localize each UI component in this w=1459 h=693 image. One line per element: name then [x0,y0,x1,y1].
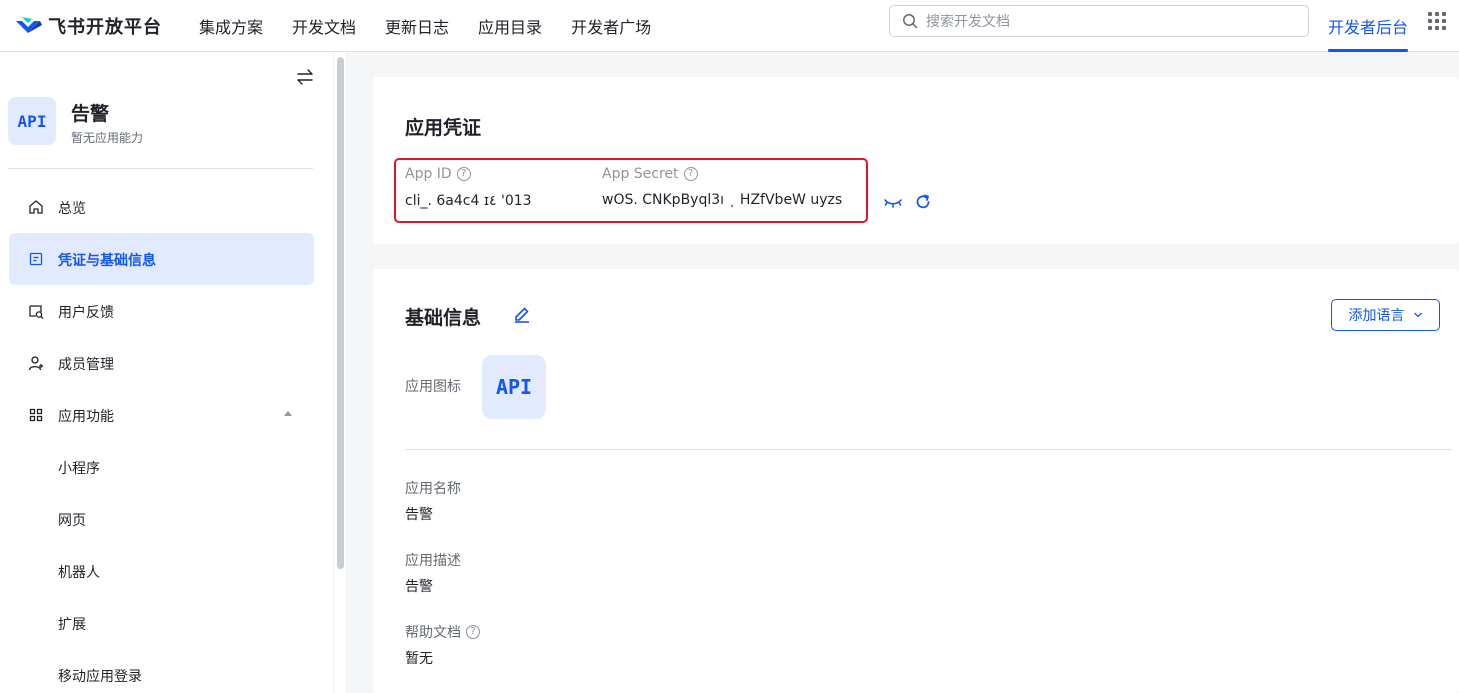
sidebar-item-label: 移动应用登录 [58,669,142,685]
app-secret-label-text: App Secret [602,166,679,182]
feishu-logo-icon [16,17,42,33]
credentials-title: 应用凭证 [405,117,482,139]
info-divider [405,449,1452,450]
nav-link-changelog[interactable]: 更新日志 [385,14,449,38]
search-input[interactable]: 搜索开发文档 [889,5,1309,37]
credentials-card: 应用凭证 App ID ? cli_. 6a4c4 ɪ٤ '013 App Se… [373,77,1459,244]
top-nav-bar: 飞书开放平台 集成方案 开发文档 更新日志 应用目录 开发者广场 搜索开发文档 … [0,0,1459,52]
sidebar: API 告警 暂无应用能力 总览 凭证与基础信息 用户反馈 成员管理 应用功能 … [0,52,333,693]
user-add-icon [28,356,43,371]
sidebar-item-webpage[interactable]: 网页 [9,493,314,545]
app-header: API 告警 暂无应用能力 [8,96,314,168]
nav-link-developer-plaza[interactable]: 开发者广场 [571,14,651,38]
brand-logo[interactable]: 飞书开放平台 [14,9,162,43]
app-id-label: App ID ? [405,166,471,182]
chevron-down-icon [1413,312,1422,318]
active-nav-indicator [1328,49,1408,52]
sidebar-item-members[interactable]: 成员管理 [9,337,314,389]
help-icon[interactable]: ? [683,167,698,181]
basic-info-title: 基础信息 [405,307,482,329]
add-language-button[interactable]: 添加语言 [1331,299,1440,331]
sidebar-item-bot[interactable]: 机器人 [9,545,314,597]
app-secret-value[interactable]: wOS. CNKpByql3ı ͺ HZfVbeW uyzs [602,192,842,208]
sidebar-scrollbar-thumb[interactable] [337,57,344,569]
app-desc-label: 应用描述 [405,553,461,569]
app-id-label-text: App ID [405,166,452,182]
app-name-label: 应用名称 [405,481,461,497]
sidebar-item-label: 应用功能 [58,409,114,425]
app-name-value: 告警 [405,507,433,523]
sidebar-item-overview[interactable]: 总览 [9,181,314,233]
help-icon[interactable]: ? [466,625,480,639]
app-subtitle: 暂无应用能力 [71,131,144,145]
app-launcher-icon[interactable] [1428,12,1446,30]
search-icon [903,14,918,29]
sidebar-item-label: 网页 [58,513,86,529]
help-icon[interactable]: ? [456,167,471,181]
collapse-sidebar-icon[interactable] [295,68,315,86]
credential-icon [29,252,43,266]
home-icon [29,200,43,214]
search-placeholder: 搜索开发文档 [926,14,1010,30]
sidebar-item-label: 小程序 [58,461,100,477]
app-icon-preview: API [482,355,546,419]
edit-icon[interactable] [513,305,531,323]
app-avatar: API [8,97,56,145]
sidebar-item-label: 总览 [58,201,86,217]
sidebar-item-extension[interactable]: 扩展 [9,597,314,649]
app-secret-label: App Secret ? [602,166,698,182]
app-id-value[interactable]: cli_. 6a4c4 ɪ٤ '013 [405,193,532,209]
sidebar-item-label: 凭证与基础信息 [58,253,156,269]
refresh-icon[interactable] [913,192,933,212]
sidebar-item-label: 机器人 [58,565,100,581]
sidebar-item-label: 用户反馈 [58,305,114,321]
nav-link-solutions[interactable]: 集成方案 [199,14,263,38]
sidebar-item-mobile-login[interactable]: 移动应用登录 [9,649,314,693]
app-icon-label: 应用图标 [405,379,461,395]
help-doc-label-text: 帮助文档 [405,625,461,641]
main-nav: 集成方案 开发文档 更新日志 应用目录 开发者广场 [199,0,680,52]
sidebar-item-label: 成员管理 [58,357,114,373]
eye-closed-icon[interactable] [883,192,903,212]
sidebar-item-credentials[interactable]: 凭证与基础信息 [9,233,314,285]
sidebar-item-mini-program[interactable]: 小程序 [9,441,314,493]
nav-link-app-directory[interactable]: 应用目录 [478,14,542,38]
basic-info-card: 基础信息 添加语言 应用图标 API 应用名称 告警 应用描述 告警 帮助文档 … [373,269,1459,693]
help-doc-value: 暂无 [405,651,433,667]
sidebar-item-label: 扩展 [58,617,86,633]
sidebar-item-app-features[interactable]: 应用功能 [9,389,314,441]
collapse-caret-icon[interactable] [284,411,292,416]
add-language-label: 添加语言 [1348,308,1405,324]
app-desc-value: 告警 [405,579,433,595]
brand-name: 飞书开放平台 [48,17,162,38]
nav-link-docs[interactable]: 开发文档 [292,14,356,38]
feedback-icon [29,305,44,319]
grid-icon [29,408,43,422]
sidebar-divider [8,168,313,169]
help-doc-label: 帮助文档 ? [405,622,480,642]
nav-dev-console[interactable]: 开发者后台 [1328,0,1408,52]
app-name: 告警 [71,103,110,125]
sidebar-item-feedback[interactable]: 用户反馈 [9,285,314,337]
